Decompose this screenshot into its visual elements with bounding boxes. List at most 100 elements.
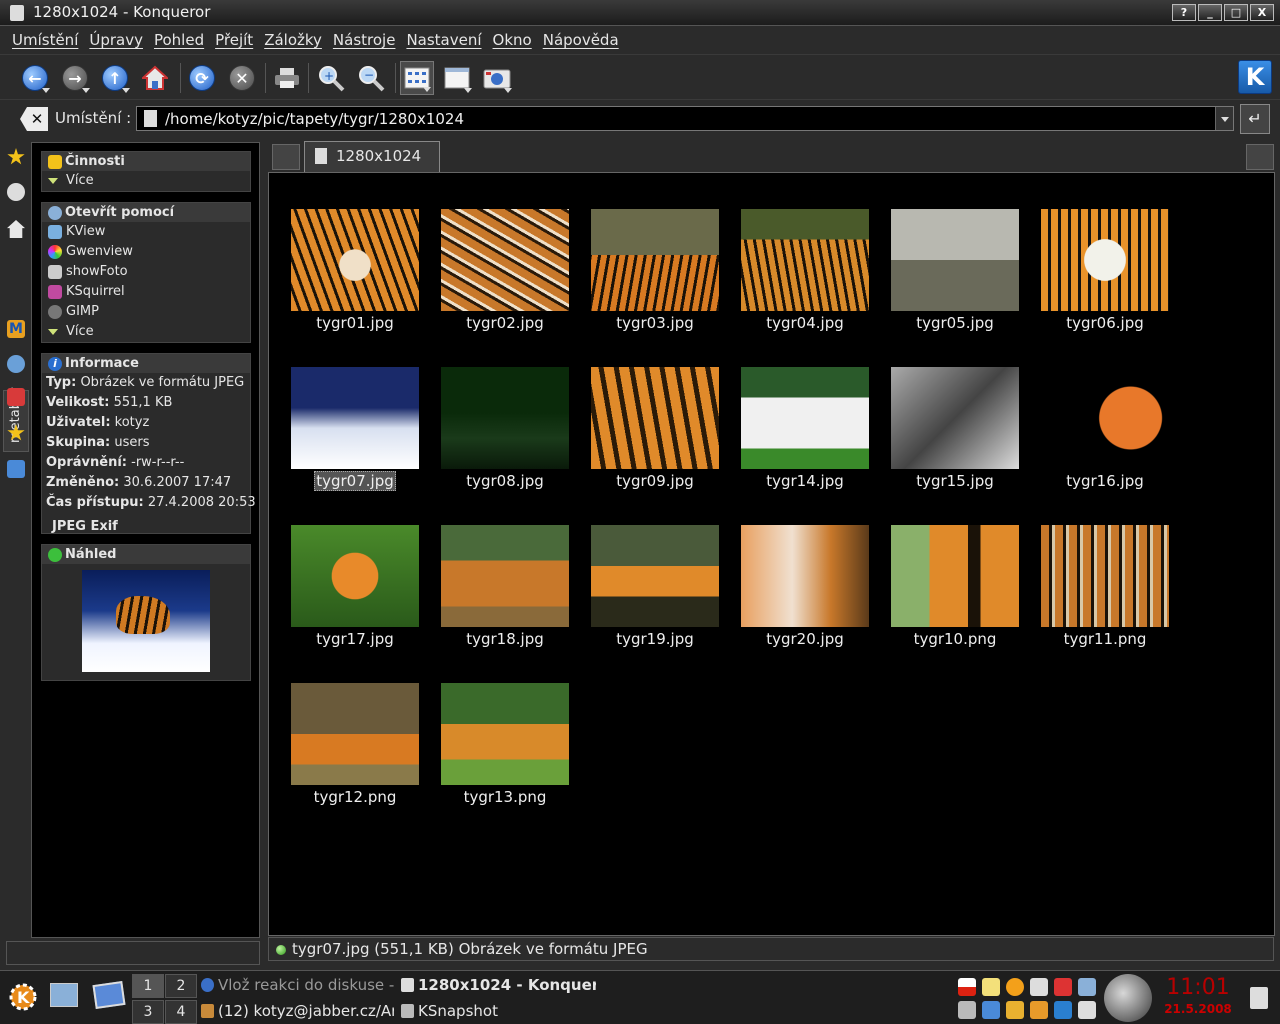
updates-icon[interactable] — [1030, 1001, 1048, 1019]
file-name[interactable]: tygr16.jpg — [1025, 472, 1185, 490]
file-item[interactable]: tygr15.jpg — [875, 331, 1025, 490]
thumbnail-image[interactable] — [441, 683, 569, 785]
pager-desktop-3[interactable]: 3 — [132, 1000, 164, 1024]
thumbnail-image[interactable] — [891, 209, 1019, 311]
bag-icon[interactable] — [1006, 1001, 1024, 1019]
forward-button[interactable]: → — [58, 61, 92, 95]
file-item[interactable]: tygr11.png — [1025, 489, 1175, 648]
open-with-gimp[interactable]: GIMP — [42, 302, 250, 322]
file-name[interactable]: tygr13.png — [425, 788, 585, 806]
history-icon[interactable] — [7, 183, 25, 201]
network-icon[interactable] — [982, 1001, 1000, 1019]
file-item[interactable]: tygr03.jpg — [575, 173, 725, 332]
file-name[interactable]: tygr19.jpg — [575, 630, 735, 648]
thumbnail-image[interactable] — [441, 209, 569, 311]
desktop-icon[interactable] — [7, 460, 25, 478]
menu-tools[interactable]: Nástroje — [333, 27, 396, 53]
kde-icon[interactable] — [1054, 1001, 1072, 1019]
thumbnail-image[interactable] — [891, 525, 1019, 627]
mail-icon[interactable] — [1054, 978, 1072, 996]
actions-more-link[interactable]: Více — [42, 171, 250, 191]
menu-help[interactable]: Nápověda — [543, 27, 619, 53]
thumbnail-image[interactable] — [291, 209, 419, 311]
open-with-gwenview[interactable]: Gwenview — [42, 242, 250, 262]
icon-view-button[interactable] — [400, 61, 434, 95]
thumbnail-image[interactable] — [741, 367, 869, 469]
file-item[interactable]: tygr05.jpg — [875, 173, 1025, 332]
menu-edit[interactable]: Úpravy — [89, 27, 143, 53]
file-item[interactable]: tygr19.jpg — [575, 489, 725, 648]
detail-view-button[interactable] — [440, 61, 474, 95]
thumbnail-image[interactable] — [441, 367, 569, 469]
k-menu-button[interactable]: K — [6, 980, 40, 1014]
file-item[interactable]: tygr16.jpg — [1025, 331, 1175, 490]
bookmarks-icon[interactable] — [7, 148, 25, 165]
thumbnail-image[interactable] — [741, 209, 869, 311]
file-name[interactable]: tygr10.png — [875, 630, 1035, 648]
meta-icon[interactable]: M — [7, 320, 25, 338]
stop-button[interactable]: ✕ — [225, 61, 259, 95]
file-name[interactable]: tygr09.jpg — [575, 472, 735, 490]
open-with-kview[interactable]: KView — [42, 222, 250, 242]
close-button[interactable]: X — [1250, 4, 1274, 21]
thumbnail-image[interactable] — [1041, 209, 1169, 311]
location-input[interactable]: /home/kotyz/pic/tapety/tygr/1280x1024 — [136, 106, 1234, 131]
thumbnail-image[interactable] — [441, 525, 569, 627]
file-icon-view[interactable]: tygr01.jpg tygr02.jpg tygr03.jpg tygr04.jpg… — [268, 172, 1275, 936]
pager-desktop-4[interactable]: 4 — [165, 1000, 197, 1024]
open-with-header[interactable]: Otevřít pomocí — [42, 203, 250, 222]
file-item[interactable]: tygr06.jpg — [1025, 173, 1175, 332]
file-name[interactable]: tygr07.jpg — [275, 471, 435, 491]
menu-window[interactable]: Okno — [493, 27, 532, 53]
file-name[interactable]: tygr01.jpg — [275, 314, 435, 332]
file-item[interactable]: tygr14.jpg — [725, 331, 875, 490]
chevron-down-icon[interactable] — [1215, 107, 1233, 130]
close-tab-button[interactable] — [1246, 144, 1274, 170]
thumbnail-image[interactable] — [1041, 367, 1169, 469]
file-item[interactable]: tygr13.png — [425, 647, 575, 806]
pager-desktop-1[interactable]: 1 — [132, 974, 164, 998]
file-name[interactable]: tygr18.jpg — [425, 630, 585, 648]
go-button[interactable]: ↵ — [1240, 104, 1270, 134]
file-item[interactable]: tygr02.jpg — [425, 173, 575, 332]
task-konqueror[interactable]: 1280x1024 - Konquer — [398, 973, 596, 997]
print-button[interactable] — [270, 61, 304, 95]
clear-location-button[interactable]: ✕ — [20, 107, 48, 131]
network-icon[interactable] — [7, 355, 25, 373]
up-button[interactable]: ↑ — [98, 61, 132, 95]
file-item[interactable]: tygr20.jpg — [725, 489, 875, 648]
open-with-more-link[interactable]: Více — [42, 322, 250, 342]
file-item[interactable]: tygr08.jpg — [425, 331, 575, 490]
mail-check-icon[interactable] — [1078, 1001, 1096, 1019]
trash-icon[interactable] — [1250, 987, 1268, 1009]
tab-1280x1024[interactable]: 1280x1024 — [304, 141, 440, 172]
info-header[interactable]: i Informace — [42, 354, 250, 373]
window-titlebar[interactable]: 1280x1024 - Konqueror ? _ □ X — [0, 0, 1280, 26]
preview-view-button[interactable] — [480, 61, 514, 95]
file-name[interactable]: tygr14.jpg — [725, 472, 885, 490]
thumbnail-image[interactable] — [891, 367, 1019, 469]
file-name[interactable]: tygr17.jpg — [275, 630, 435, 648]
open-with-showfoto[interactable]: showFoto — [42, 262, 250, 282]
network-status-icon[interactable] — [1078, 978, 1096, 996]
notes-icon[interactable] — [982, 978, 1000, 996]
show-desktop-icon[interactable] — [50, 983, 78, 1007]
file-item[interactable]: tygr09.jpg — [575, 331, 725, 490]
thumbnail-image[interactable] — [591, 525, 719, 627]
file-name[interactable]: tygr11.png — [1025, 630, 1185, 648]
file-name[interactable]: tygr03.jpg — [575, 314, 735, 332]
new-tab-button[interactable] — [272, 144, 300, 170]
file-name[interactable]: tygr20.jpg — [725, 630, 885, 648]
menu-view[interactable]: Pohled — [154, 27, 204, 53]
messenger-icon[interactable] — [1006, 978, 1024, 996]
file-name[interactable]: tygr15.jpg — [875, 472, 1035, 490]
maximize-button[interactable]: □ — [1224, 4, 1248, 21]
thumbnail-image[interactable] — [291, 683, 419, 785]
jpeg-exif-link[interactable]: JPEG Exif — [42, 517, 250, 537]
file-name[interactable]: tygr12.png — [275, 788, 435, 806]
file-item[interactable]: tygr18.jpg — [425, 489, 575, 648]
actions-header[interactable]: Činnosti — [42, 152, 250, 171]
clipboard-icon[interactable] — [1030, 978, 1048, 996]
file-item[interactable]: tygr17.jpg — [275, 489, 425, 648]
menu-location[interactable]: Umístění — [12, 27, 78, 53]
